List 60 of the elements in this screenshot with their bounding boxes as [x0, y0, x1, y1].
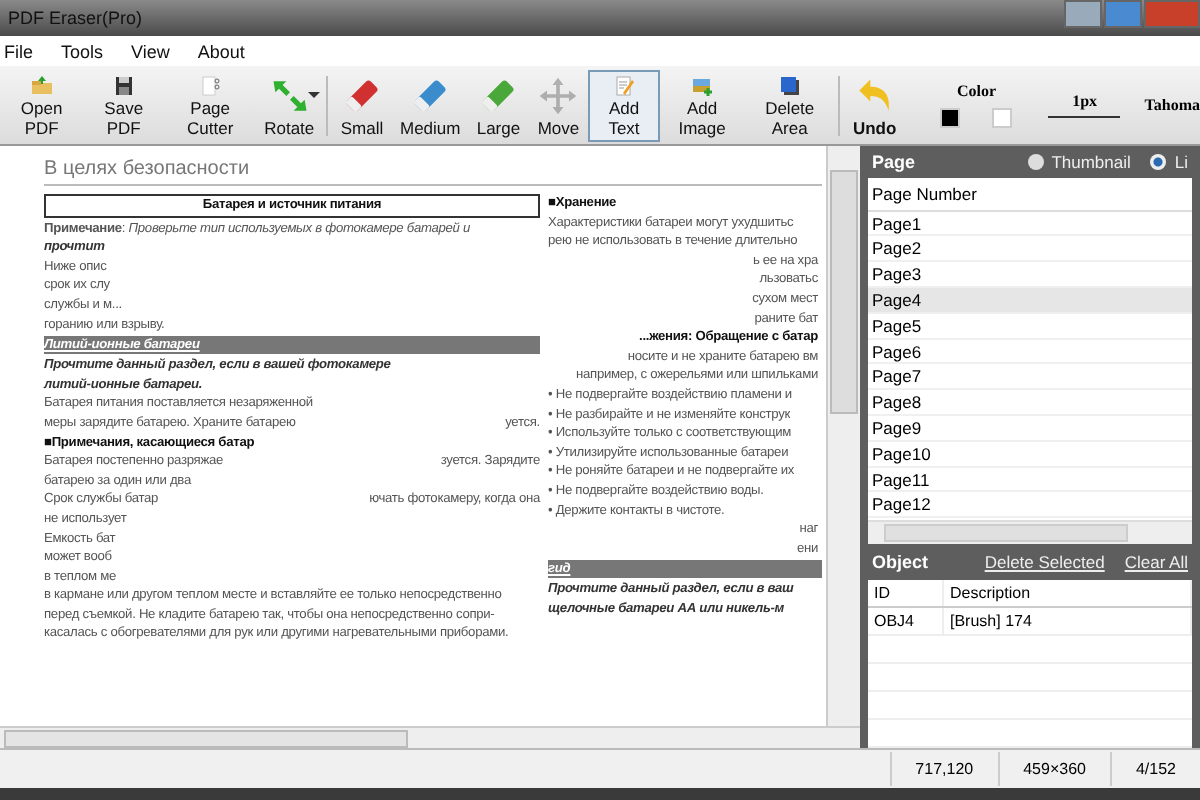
radio-label[interactable]: Li — [1174, 151, 1188, 172]
horizontal-scrollbar[interactable] — [868, 519, 1192, 544]
page-row[interactable]: Page8 — [868, 390, 1192, 416]
tool-button[interactable]: Medium — [391, 69, 469, 141]
menu-item[interactable]: Tools — [61, 41, 104, 61]
page-row[interactable]: Page5 — [868, 313, 1192, 340]
status-text: 717,120 — [889, 752, 998, 786]
horizontal-scrollbar[interactable] — [0, 726, 860, 748]
radio-button[interactable] — [1027, 153, 1044, 170]
status-text: 459×360 — [997, 752, 1110, 786]
page-row[interactable]: Page7 — [868, 364, 1192, 391]
tool-button[interactable]: Add Image — [659, 69, 745, 141]
page-row[interactable]: Page10 — [868, 441, 1192, 468]
tool-button[interactable]: Undo — [844, 69, 905, 141]
panel-title: Object — [872, 551, 929, 572]
radio-label[interactable]: Thumbnail — [1051, 151, 1131, 172]
line-width-sample — [1048, 116, 1121, 118]
line-width-label[interactable]: 1px — [1072, 92, 1098, 110]
tool-button[interactable]: Save PDF — [83, 69, 165, 141]
page-row[interactable]: Page12 — [868, 492, 1192, 519]
maximize-button[interactable] — [1104, 0, 1142, 28]
tool-button[interactable]: Open PDF — [0, 69, 84, 141]
font-name-label[interactable]: Tahoma — [1144, 96, 1200, 114]
table-cell: OBJ4 — [868, 608, 944, 634]
page-row[interactable]: Page9 — [868, 415, 1192, 442]
tool-button[interactable]: Delete Area — [744, 69, 835, 141]
color-swatch[interactable] — [992, 108, 1013, 128]
panel-title: Page — [872, 151, 916, 172]
menu-item[interactable]: File — [4, 41, 34, 61]
tool-button[interactable]: Rotate — [256, 69, 323, 141]
vertical-scrollbar[interactable] — [826, 146, 860, 726]
scroll-thumb[interactable] — [884, 523, 1128, 542]
color-swatch[interactable] — [940, 108, 961, 128]
page-row[interactable]: Page11 — [868, 467, 1192, 493]
column-header[interactable]: Description — [944, 580, 1192, 606]
minimize-button[interactable] — [1064, 0, 1102, 28]
document-heading: В целях безопасности — [44, 158, 822, 186]
action-link[interactable]: Clear All — [1124, 551, 1188, 572]
page-row[interactable]: Page6 — [868, 339, 1192, 365]
status-text: 4/152 — [1109, 752, 1200, 786]
page-row[interactable]: Page4 — [868, 287, 1192, 314]
page-row[interactable]: Page1 — [868, 211, 1192, 237]
tool-button[interactable]: Large — [468, 69, 529, 141]
scroll-thumb[interactable] — [830, 170, 858, 414]
caret-icon[interactable] — [308, 91, 321, 97]
tool-button[interactable]: Page Cutter — [164, 69, 257, 141]
window-title: PDF Eraser(Pro) — [8, 8, 143, 28]
column-header[interactable]: Page Number — [868, 177, 1192, 212]
radio-button[interactable] — [1150, 153, 1167, 170]
close-button[interactable] — [1144, 0, 1200, 28]
tool-button[interactable]: Small — [331, 69, 392, 141]
action-link[interactable]: Delete Selected — [984, 551, 1105, 572]
scroll-thumb[interactable] — [4, 730, 408, 748]
column-header[interactable]: ID — [868, 580, 944, 606]
color-label: Color — [957, 82, 997, 100]
page-row[interactable]: Page2 — [868, 236, 1192, 263]
table-cell: [Brush] 174 — [944, 608, 1192, 634]
menu-item[interactable]: About — [197, 41, 245, 61]
menu-item[interactable]: View — [131, 41, 170, 61]
tool-button[interactable]: Add Text — [588, 69, 660, 141]
